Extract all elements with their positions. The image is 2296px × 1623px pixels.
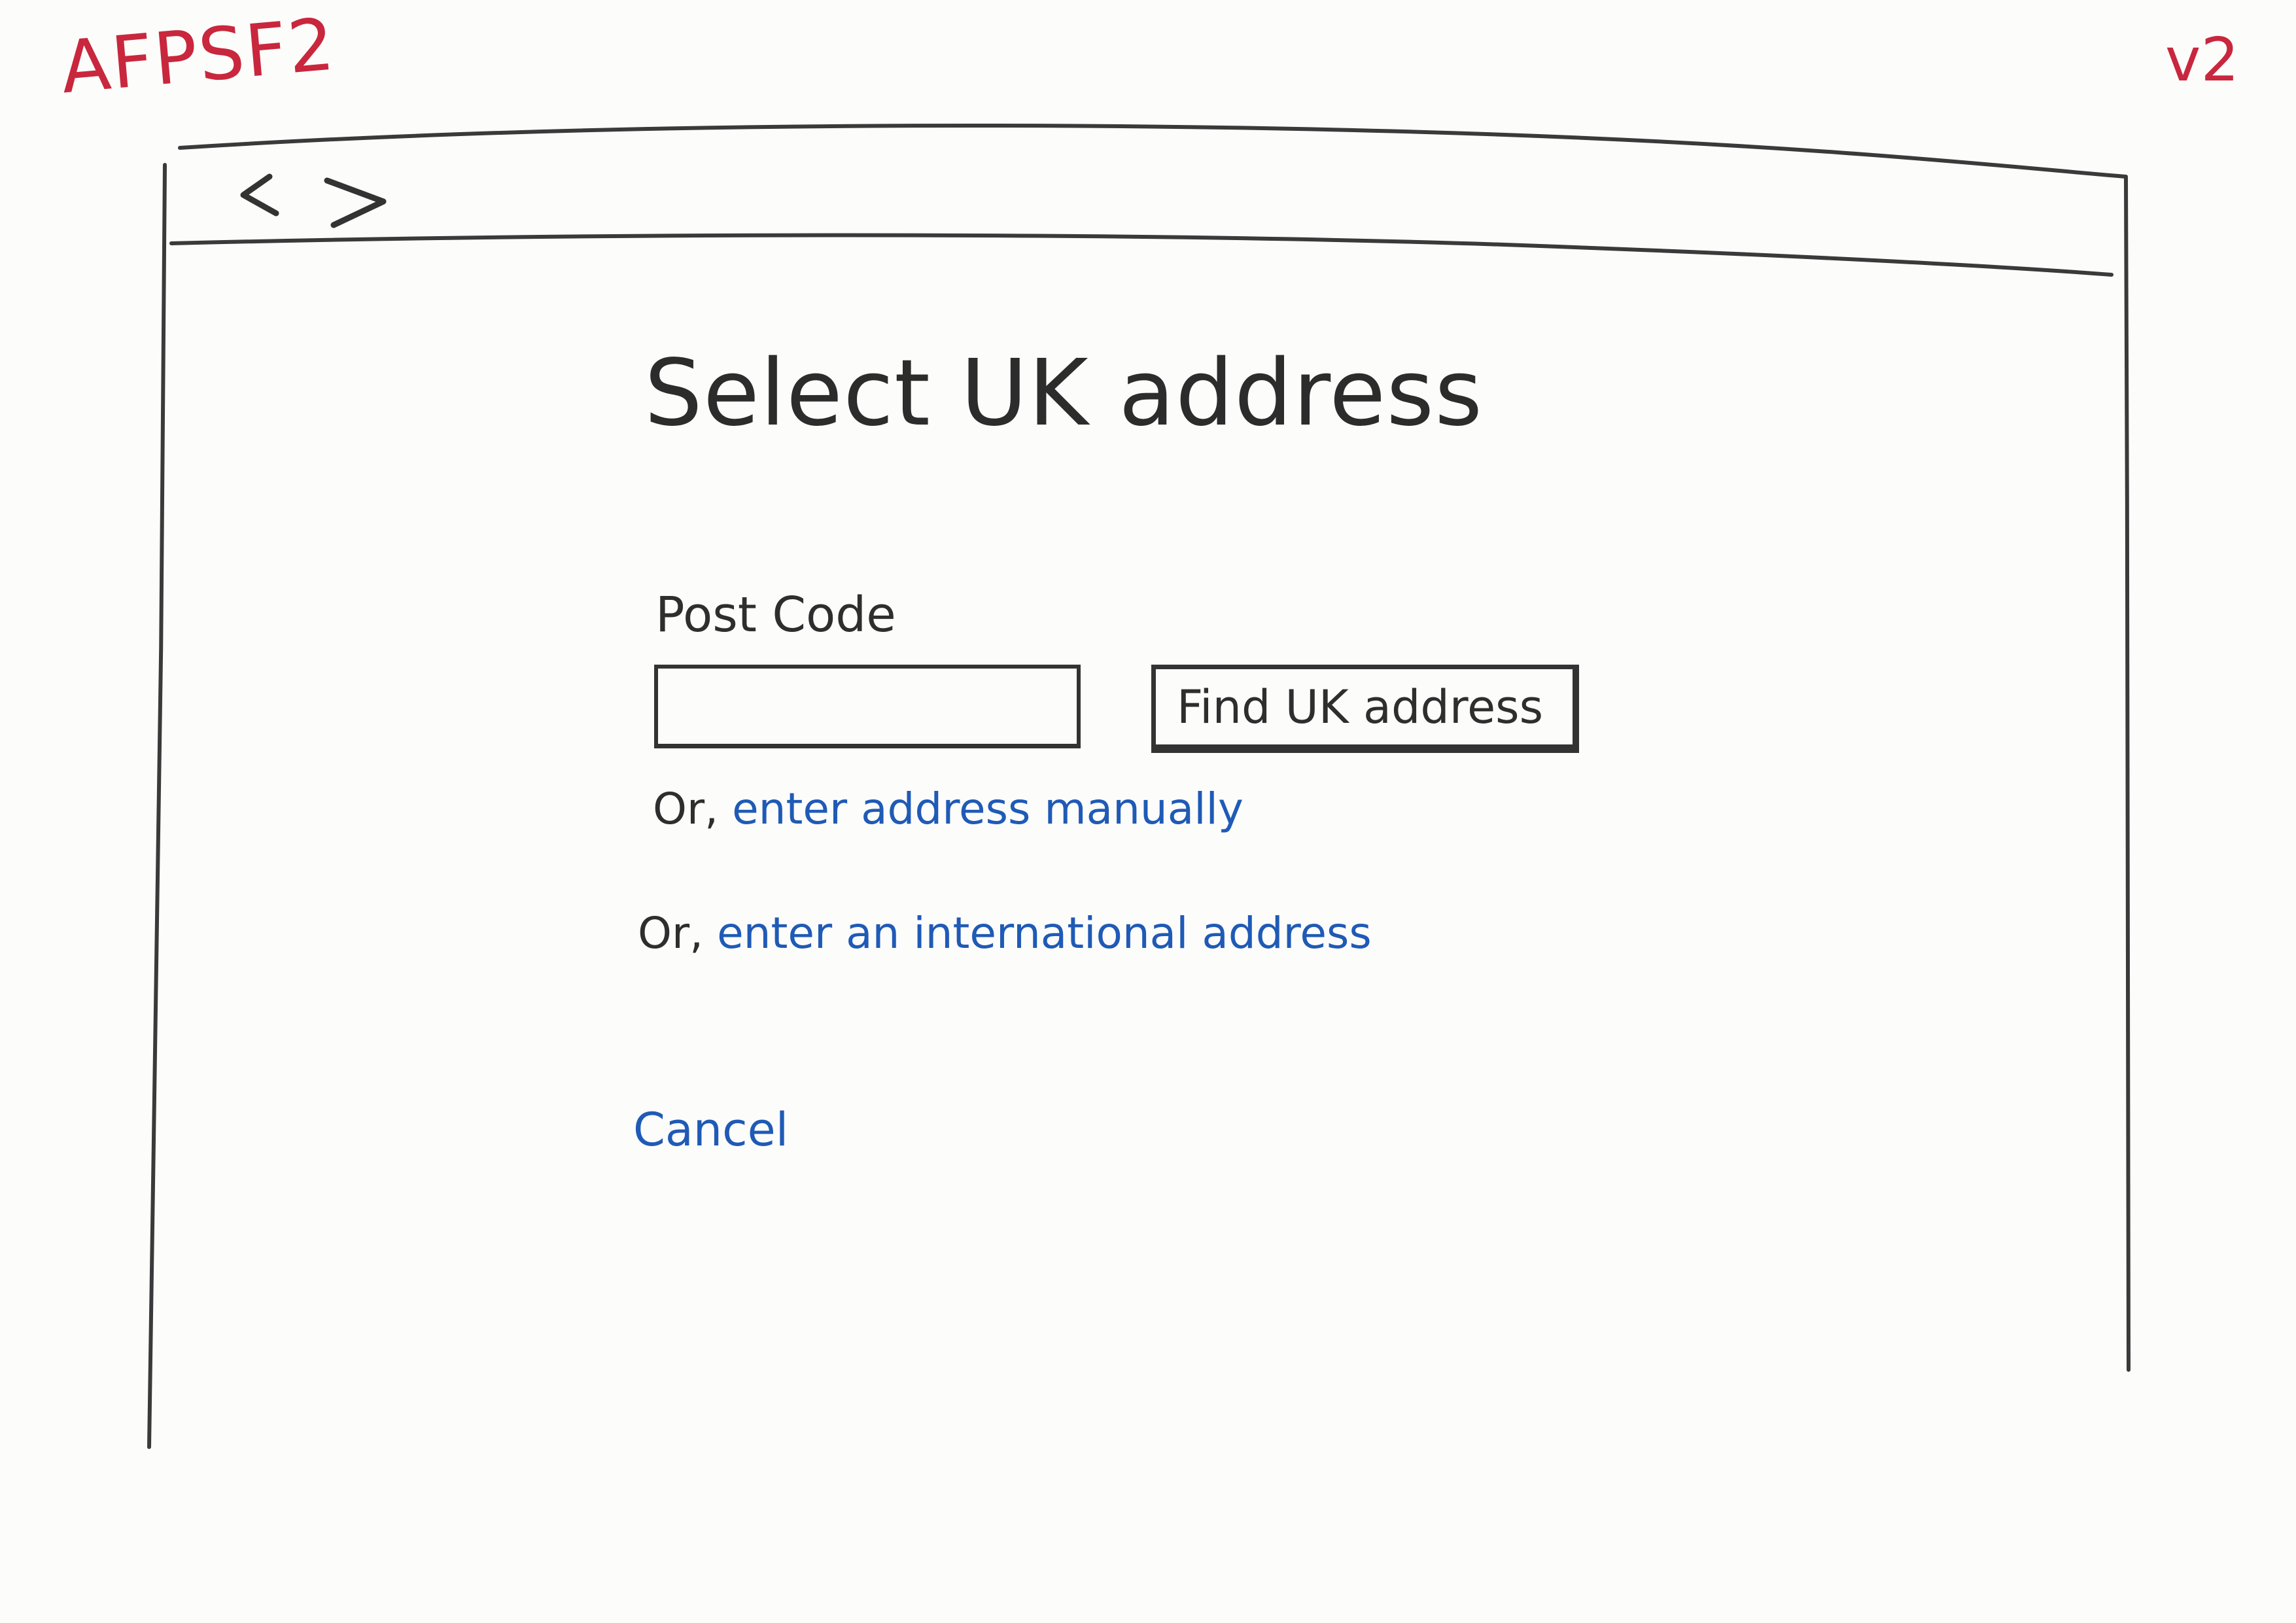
forward-arrow-icon — [324, 177, 387, 228]
international-option-prefix: Or, — [638, 908, 704, 958]
postcode-label: Post Code — [655, 587, 896, 643]
cancel-link[interactable]: Cancel — [633, 1103, 788, 1157]
manual-address-option: Or, enter address manually — [653, 784, 1244, 834]
browser-right-edge — [2124, 176, 2131, 1372]
version-label: v2 — [2165, 25, 2239, 95]
find-uk-address-button[interactable]: Find UK address — [1151, 665, 1579, 753]
back-forward-arrows-icon[interactable] — [235, 162, 392, 241]
enter-address-manually-link[interactable]: enter address manually — [732, 784, 1244, 834]
browser-toolbar-divider — [169, 233, 2113, 277]
postcode-input[interactable] — [654, 665, 1081, 748]
international-address-option: Or, enter an international address — [638, 908, 1372, 958]
enter-international-address-link[interactable]: enter an international address — [717, 908, 1372, 958]
back-arrow-icon — [240, 173, 279, 217]
page-title: Select UK address — [644, 340, 1484, 447]
browser-top-edge — [178, 124, 2128, 179]
manual-option-prefix: Or, — [653, 784, 719, 834]
browser-left-edge — [147, 163, 167, 1449]
